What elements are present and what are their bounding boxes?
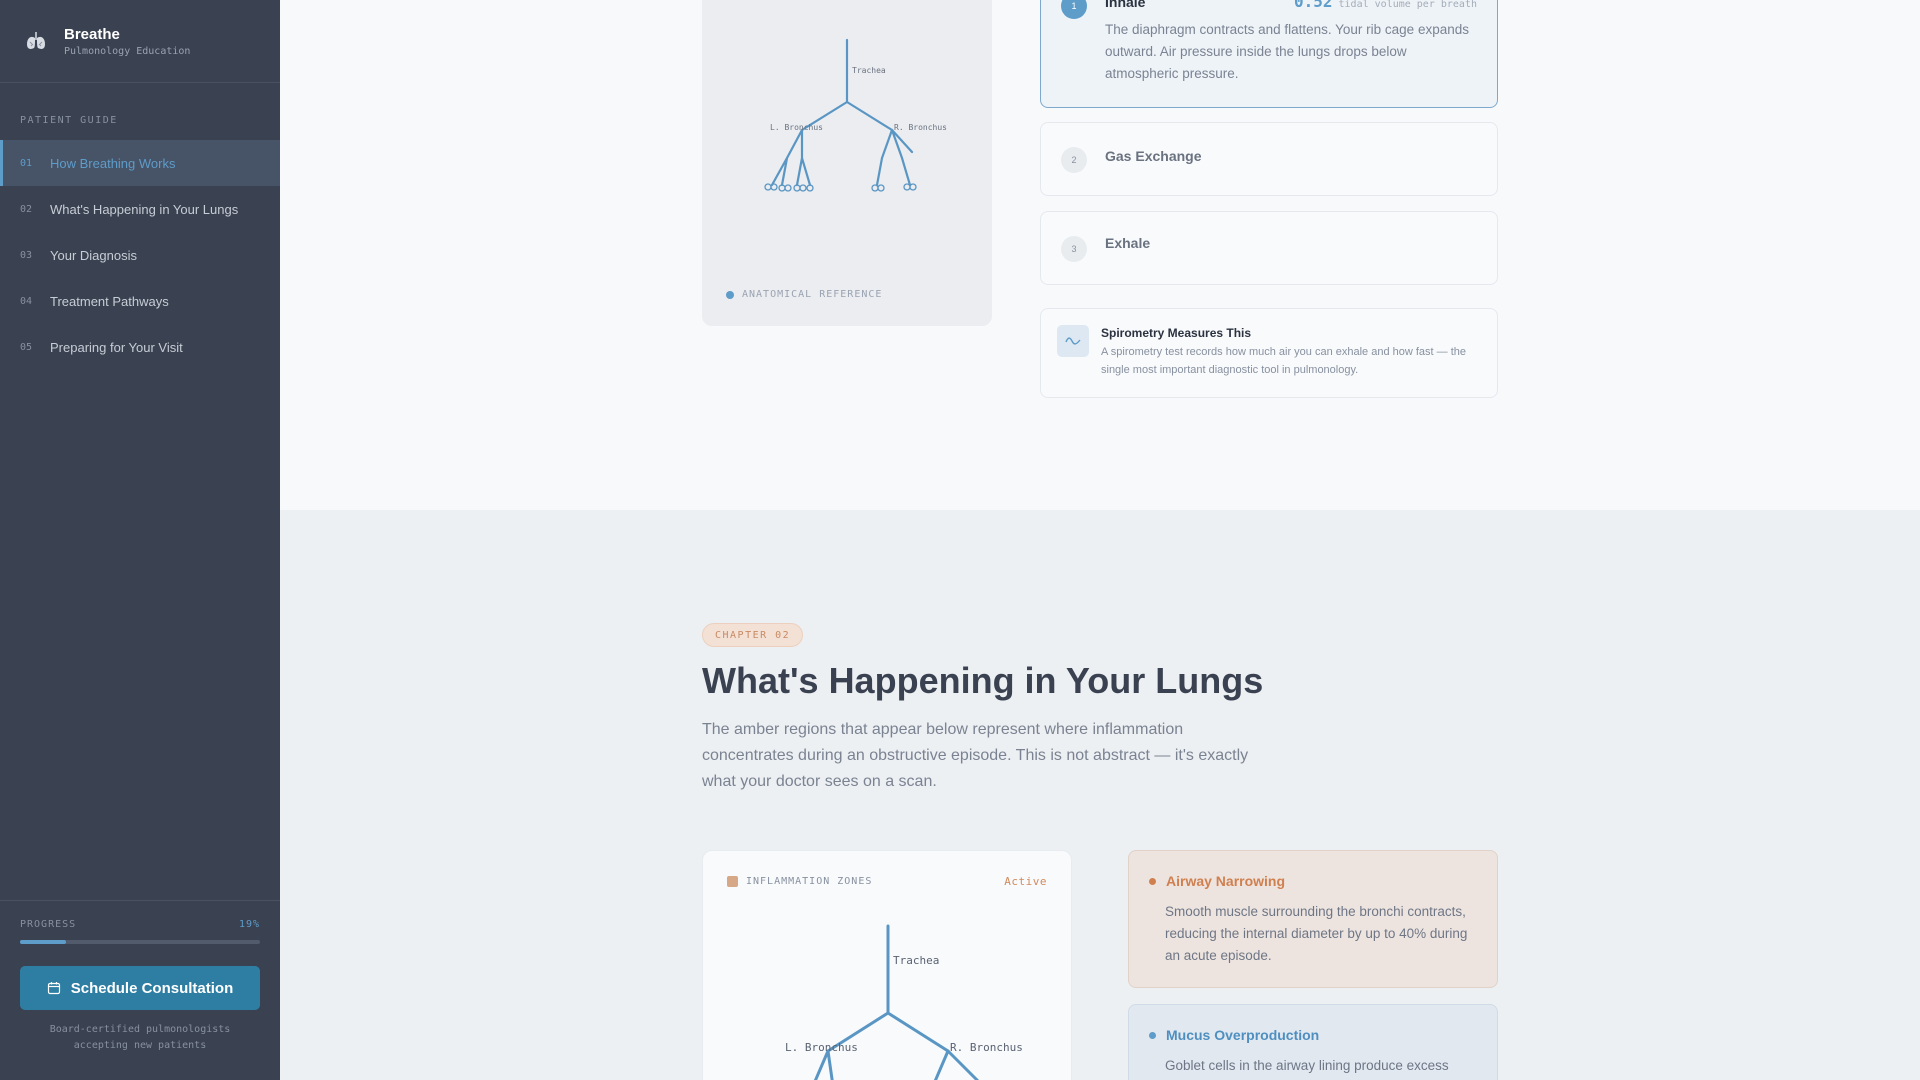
info-title: Spirometry Measures This	[1101, 326, 1252, 340]
calendar-icon	[47, 982, 60, 995]
brand-subtitle: Pulmonology Education	[64, 45, 191, 57]
lungs-icon	[27, 32, 45, 49]
chapter-02-section: CHAPTER 02 What's Happening in Your Lung…	[280, 510, 1920, 1080]
nav-item-label: Preparing for Your Visit	[50, 339, 183, 355]
nav-item-number: 02	[20, 203, 33, 215]
nav-item-number: 01	[20, 157, 33, 169]
step-body: The diaphragm contracts and flattens. Yo…	[1105, 22, 1469, 81]
cta-note: Board-certified pulmonologists accepting…	[49, 1024, 231, 1051]
brand[interactable]: Breathe Pulmonology Education	[0, 0, 280, 83]
step-title: Inhale	[1105, 0, 1146, 10]
zone-card-title: Mucus Overproduction	[1149, 1027, 1319, 1043]
progress-value: 19%	[238, 919, 260, 930]
diagram-label-trachea: Trachea	[852, 66, 886, 75]
progress-row: PROGRESS 19%	[20, 919, 260, 930]
zones-header: INFLAMMATION ZONES Active	[727, 875, 1047, 888]
nav-item-number: 04	[20, 295, 33, 307]
chapter-title: What's Happening in Your Lungs	[702, 660, 1264, 701]
anatomical-diagram-card: Trachea L. Bronchus R. Bronchus ANATOMIC…	[702, 0, 992, 326]
chapter-nav: 01 How Breathing Works 02 What's Happeni…	[0, 140, 280, 370]
brand-title: Breathe	[64, 25, 120, 43]
step-number: 1	[1061, 0, 1087, 19]
mucus-overproduction-card[interactable]: Mucus Overproduction Goblet cells in the…	[1128, 1004, 1498, 1080]
nav-item-treatment-pathways[interactable]: 04 Treatment Pathways	[0, 278, 280, 324]
amber-legend-swatch	[727, 876, 738, 887]
main-content[interactable]: Trachea L. Bronchus R. Bronchus ANATOMIC…	[280, 0, 1920, 1080]
diagram-label-trachea: Trachea	[893, 954, 939, 967]
chapter-01-section: Trachea L. Bronchus R. Bronchus ANATOMIC…	[280, 0, 1920, 510]
step-stat: 0.52 tidal volume per breath	[1294, 0, 1477, 11]
stat-value: 0.52	[1293, 0, 1333, 11]
nav-item-label: Treatment Pathways	[50, 293, 169, 309]
nav-item-how-breathing-works[interactable]: 01 How Breathing Works	[0, 140, 280, 186]
zone-card-title: Airway Narrowing	[1149, 873, 1285, 889]
nav-item-preparing-visit[interactable]: 05 Preparing for Your Visit	[0, 324, 280, 370]
info-body: A spirometry test records how much air y…	[1101, 346, 1467, 376]
nav-item-number: 03	[20, 249, 33, 261]
cta-label: Schedule Consultation	[70, 979, 234, 997]
schedule-consultation-button[interactable]: Schedule Consultation	[20, 966, 260, 1010]
wave-icon	[1057, 325, 1089, 357]
step-exhale[interactable]: 3 Exhale	[1040, 211, 1498, 285]
nav-item-your-diagnosis[interactable]: 03 Your Diagnosis	[0, 232, 280, 278]
diagram-label-right-bronchus: R. Bronchus	[894, 123, 947, 132]
zone-card-body: Smooth muscle surrounding the bronchi co…	[1165, 904, 1468, 963]
progress-label: PROGRESS	[20, 919, 77, 930]
step-number: 3	[1061, 236, 1087, 262]
diagram-label-left-bronchus: L. Bronchus	[770, 123, 823, 132]
ref-label-text: ANATOMICAL REFERENCE	[742, 289, 883, 300]
zones-status: Active	[1004, 875, 1047, 888]
step-title: Exhale	[1105, 235, 1151, 251]
step-inhale[interactable]: 1 Inhale 0.52 tidal volume per breath Th…	[1040, 0, 1498, 108]
sidebar-footer: PROGRESS 19% Schedule Consultation Board…	[0, 900, 280, 1080]
chapter-lead: The amber regions that appear below repr…	[702, 721, 1249, 790]
progress-bar-fill	[20, 940, 66, 944]
spirometry-info-card: Spirometry Measures This A spirometry te…	[1040, 308, 1498, 398]
chapter-badge: CHAPTER 02	[702, 623, 804, 647]
airway-diagram: Trachea L. Bronchus R. Bronchus	[764, 38, 947, 192]
nav-item-label: What's Happening in Your Lungs	[50, 201, 239, 217]
nav-item-whats-happening[interactable]: 02 What's Happening in Your Lungs	[0, 186, 280, 232]
inflammation-diagram: Trachea L. Bronchus R. Bronchus	[785, 924, 1023, 1080]
progress-bar	[20, 940, 260, 944]
step-gas-exchange[interactable]: 2 Gas Exchange	[1040, 122, 1498, 196]
zones-label: INFLAMMATION ZONES	[746, 876, 873, 887]
stat-unit: tidal volume per breath	[1338, 0, 1477, 10]
sidebar: Breathe Pulmonology Education PATIENT GU…	[0, 0, 280, 1080]
diagram-label-right-bronchus: R. Bronchus	[950, 1041, 1023, 1054]
legend-dot	[726, 290, 734, 299]
nav-item-label: How Breathing Works	[50, 155, 176, 171]
zone-card-title-text: Mucus Overproduction	[1166, 1027, 1320, 1043]
airway-narrowing-card[interactable]: Airway Narrowing Smooth muscle surroundi…	[1128, 850, 1498, 988]
inflammation-zones-card: INFLAMMATION ZONES Active Trachea L. Bro…	[702, 850, 1072, 1080]
status-dot	[1149, 1031, 1156, 1039]
anatomical-reference-label: ANATOMICAL REFERENCE	[726, 289, 882, 300]
step-number: 2	[1061, 147, 1087, 173]
nav-item-number: 05	[20, 341, 33, 353]
diagram-label-left-bronchus: L. Bronchus	[785, 1041, 858, 1054]
nav-section-label: PATIENT GUIDE	[20, 115, 118, 126]
nav-item-label: Your Diagnosis	[50, 247, 137, 263]
zone-card-title-text: Airway Narrowing	[1166, 873, 1286, 889]
step-title: Gas Exchange	[1105, 148, 1202, 164]
zone-card-body: Goblet cells in the airway lining produc…	[1165, 1058, 1449, 1073]
status-dot	[1149, 877, 1156, 885]
